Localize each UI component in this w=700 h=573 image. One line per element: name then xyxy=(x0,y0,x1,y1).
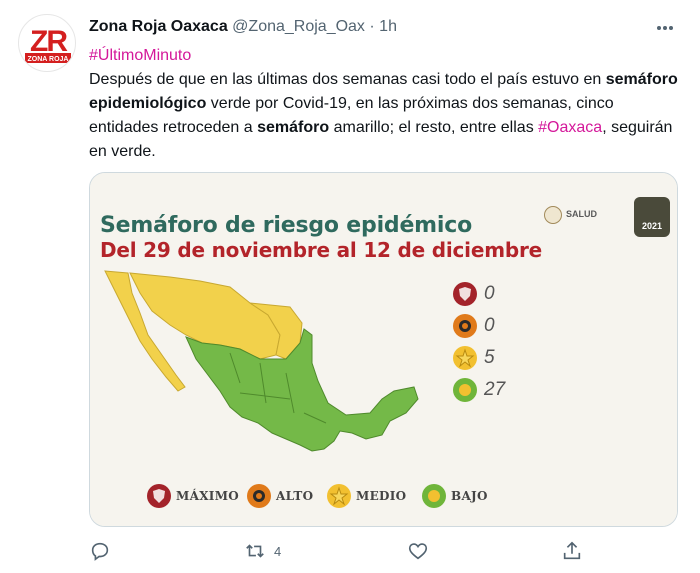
count-maximo: 0 xyxy=(452,281,552,311)
author-name[interactable]: Zona Roja Oaxaca xyxy=(89,18,228,35)
author-handle[interactable]: @Zona_Roja_Oax xyxy=(232,18,365,35)
text-part: amarillo; el resto, entre ellas xyxy=(329,119,539,136)
year-badge: 2021 xyxy=(634,197,670,237)
count-value: 5 xyxy=(484,347,495,368)
salud-label: SALUD xyxy=(566,209,597,219)
count-value: 27 xyxy=(484,379,506,400)
tweet-header: Zona Roja Oaxaca @Zona_Roja_Oax · 1h xyxy=(89,18,397,36)
image-title: Semáforo de riesgo epidémico xyxy=(100,213,472,238)
legend-label: ALTO xyxy=(276,489,314,503)
count-value: 0 xyxy=(484,315,495,336)
avatar[interactable]: ZR ZONA ROJA xyxy=(18,14,76,72)
count-alto: 0 xyxy=(452,313,552,343)
retweet-count: 4 xyxy=(274,544,282,559)
sun-icon xyxy=(453,378,477,402)
count-medio: 5 xyxy=(452,345,552,375)
star-icon xyxy=(453,346,477,370)
text-bold: semáforo xyxy=(257,119,330,136)
legend-label: MEDIO xyxy=(356,489,407,503)
separator: · xyxy=(369,18,375,35)
tweet-text: #ÚltimoMinuto Después de que en las últi… xyxy=(89,44,679,164)
tweet-actions: 4 xyxy=(89,540,589,564)
hashtag-oaxaca[interactable]: #Oaxaca xyxy=(538,119,602,136)
legend-label: BAJO xyxy=(451,489,488,503)
sun-icon xyxy=(422,484,446,508)
share-icon xyxy=(563,541,581,560)
hashtag-ultimo-minuto[interactable]: #ÚltimoMinuto xyxy=(89,47,191,64)
semaforo-image: Semáforo de riesgo epidémico Del 29 de n… xyxy=(90,173,677,526)
reply-icon xyxy=(91,542,109,561)
ellipsis-icon[interactable] xyxy=(653,20,677,36)
legend-label: MÁXIMO xyxy=(176,489,240,503)
image-subtitle: Del 29 de noviembre al 12 de diciembre xyxy=(100,238,542,262)
svg-text:ZONA ROJA: ZONA ROJA xyxy=(28,56,69,63)
tweet-media[interactable]: Semáforo de riesgo epidémico Del 29 de n… xyxy=(89,172,678,527)
gear-icon xyxy=(453,314,477,338)
shield-icon xyxy=(453,282,477,306)
star-icon xyxy=(327,484,351,508)
gear-icon xyxy=(247,484,271,508)
heart-icon xyxy=(408,543,428,560)
government-seal-icon xyxy=(544,206,562,224)
text-part: Después de que en las últimas dos semana… xyxy=(89,71,606,88)
mexico-map xyxy=(104,270,419,452)
tweet: ZR ZONA ROJA Zona Roja Oaxaca @Zona_Roja… xyxy=(0,0,700,573)
count-value: 0 xyxy=(484,283,495,304)
tweet-time[interactable]: 1h xyxy=(379,18,397,35)
retweet-icon xyxy=(246,544,264,558)
count-bajo: 27 xyxy=(452,377,552,407)
shield-icon xyxy=(147,484,171,508)
zona-roja-logo: ZR ZONA ROJA xyxy=(25,25,71,63)
